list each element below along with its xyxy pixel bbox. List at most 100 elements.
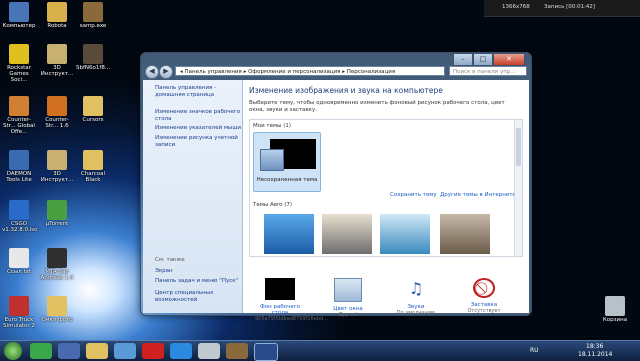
sounds-icon: ♫ [408,279,424,298]
desktop-icon[interactable]: Смкл фото [40,296,74,323]
desktop-icon[interactable]: Cursors [76,96,110,123]
more-themes-link[interactable]: Другие темы в Интернете [440,192,516,198]
desktop-icon-image [9,150,29,170]
desktop-icon[interactable]: Counter-Str... 1.6 [40,96,74,129]
search-input[interactable]: Поиск в панели упр... [449,66,527,76]
taskbar-opera[interactable] [142,343,164,359]
desktop-icon[interactable]: MTA San Andreas 1.4 [40,248,74,281]
desktop-icon-image [47,44,67,64]
link-display[interactable]: Экран [155,268,173,275]
page-title: Изменение изображения и звука на компьют… [249,86,443,95]
taskbar-explorer[interactable] [86,343,108,359]
desktop-icon[interactable]: DAEMON Tools Lite [2,150,36,183]
link-account-picture[interactable]: Изменение рисунка учетной записи [155,135,242,149]
desktop-icon[interactable]: Charcoal Black [76,150,110,183]
desktop-icon-label: 3D Инструкт... [40,65,74,77]
scrollbar-thumb[interactable] [516,128,521,166]
desktop-icon[interactable]: µTorrent [40,200,74,227]
desktop-icon-image [47,200,67,220]
desktop-icon-label: Counter-Str... Global Offe... [3,117,35,135]
breadcrumb[interactable]: ◂ Панель управления ▸ Оформление и персо… [175,66,445,76]
desktop-icon-label: 3D Инструкт... [40,171,74,183]
desktop-icon-image [83,150,103,170]
desktop-icon-label: µTorrent [45,221,69,227]
recorder-resolution: 1366x768 [502,4,530,10]
aero-themes-label: Темы Aero (7) [253,202,293,208]
desktop-icon[interactable]: CSGO v1.32.8.0.iso [2,200,38,233]
recorder-status: Запись [00:01:42] [544,4,596,10]
language-indicator[interactable]: RU [530,347,539,354]
window-color-button[interactable]: Цвет окна Другой [323,278,373,318]
theme-preview-glass [260,149,284,171]
start-button[interactable] [4,342,22,360]
address-bar: ◀ ▶ ◂ Панель управления ▸ Оформление и п… [143,65,529,79]
desktop-icon[interactable]: Rockstar Games Soci... [2,44,36,83]
window-color-icon [334,278,362,302]
save-theme-link[interactable]: Сохранить тему [390,192,437,198]
desktop-icon[interactable]: Robota [40,2,74,29]
main-pane: Изменение изображения и звука на компьют… [243,80,529,322]
clock-time[interactable]: 18:36 [586,343,603,350]
link-desktop-icons[interactable]: Изменение значков рабочего стола [155,109,242,123]
taskbar-skype[interactable] [170,343,192,359]
taskbar-app-4[interactable] [114,343,136,359]
desktop-icon-label: Смкл фото [41,317,73,323]
screensaver-icon: ⃠ [473,278,495,298]
desktop-icon-label: Компьютер [2,23,36,29]
desktop-icon-label: DAEMON Tools Lite [6,171,32,183]
desktop-icon-label: Cursors [82,117,104,123]
desktop-icon-label: Ссыл.txt [6,269,32,275]
desktop-icon-label: samp.exe [79,23,107,29]
theme-list-scrollbar[interactable] [514,120,522,256]
clock-date[interactable]: 18.11.2014 [578,351,612,358]
aero-theme-windows[interactable] [264,214,314,254]
taskbar-app-8[interactable] [226,343,248,359]
desktop-icon[interactable]: Корзина [598,296,632,323]
desktop-background-button[interactable]: Фон рабочего стола 905a7900dbad8799f16eb… [255,278,328,322]
desktop-icon-label: Charcoal Black [80,171,106,183]
desktop-icon-image [47,296,67,316]
forward-button[interactable]: ▶ [159,65,173,79]
link-accessibility[interactable]: Центр специальных возможностей [155,290,242,304]
see-also-label: См. также [155,257,185,263]
desktop-icon[interactable]: 3D Инструкт... [40,44,74,77]
desktop-icon-label: Euro Truck Simulator 2 [3,317,35,329]
sounds-button[interactable]: ♫ Звуки По умолчанию [391,278,441,316]
desktop-icon[interactable]: Counter-Str... Global Offe... [2,96,36,135]
screensaver-button[interactable]: ⃠ Заставка Отсутствует [459,278,509,314]
desktop-icon-image [47,248,67,268]
desktop-icon-image [47,96,67,116]
left-pane: Панель управления - домашняя страница Из… [143,80,243,313]
desktop-icon-label: MTA San Andreas 1.4 [40,269,74,281]
desktop-background-value: 905a7900dbad8799f16ebd... [255,316,328,322]
desktop-icon-label: SbfN6o1f8... [76,65,111,71]
taskbar-personalization[interactable] [254,343,278,361]
desktop-icon[interactable]: Компьютер [2,2,36,29]
desktop-icon-image [83,96,103,116]
aero-theme-landscapes[interactable] [440,214,490,254]
aero-theme-architecture[interactable] [322,214,372,254]
desktop-background-icon [265,278,295,300]
desktop-icon-image [47,2,67,22]
desktop-icon-image [605,296,625,316]
taskbar-app-7[interactable] [198,343,220,359]
window-color-value: Другой [338,312,358,318]
taskbar-app-1[interactable] [30,343,52,359]
link-taskbar[interactable]: Панель задач и меню "Пуск" [155,278,238,285]
link-mouse-pointers[interactable]: Изменение указателей мыши [155,125,241,132]
desktop-icon-label: CSGO v1.32.8.0.iso [2,221,38,233]
page-description: Выберите тему, чтобы одновременно измени… [249,100,505,113]
desktop-icon[interactable]: Ссыл.txt [2,248,36,275]
unsaved-theme-tile[interactable]: Несохраненная тема [253,132,321,192]
desktop-icon-label: Robota [47,23,67,29]
desktop-icon[interactable]: SbfN6o1f8... [76,44,110,71]
aero-theme-characters[interactable] [380,214,430,254]
back-button[interactable]: ◀ [145,65,159,79]
desktop-icon[interactable]: 3D Инструкт... [40,150,74,183]
link-control-panel-home[interactable]: Панель управления - домашняя страница [155,85,242,99]
my-themes-label: Мои темы (1) [253,123,292,129]
taskbar-app-2[interactable] [58,343,80,359]
desktop-icon[interactable]: Euro Truck Simulator 2 [2,296,36,329]
desktop-icon[interactable]: samp.exe [76,2,110,29]
desktop-icon-image [9,200,29,220]
